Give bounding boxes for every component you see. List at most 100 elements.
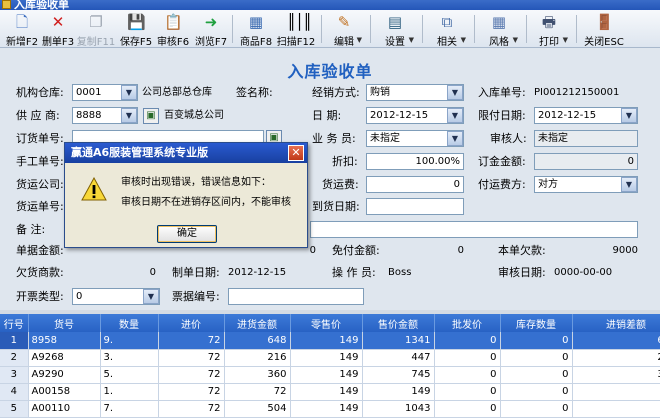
table-cell[interactable]: 648 (224, 332, 291, 350)
table-cell[interactable]: 504 (224, 400, 291, 418)
table-cell[interactable]: 0 (434, 349, 501, 367)
chevron-down-icon: ▼ (512, 36, 518, 44)
col-header-row-no[interactable]: 行号 (0, 314, 29, 332)
table-cell[interactable]: A9268 (28, 349, 101, 367)
table-row[interactable]: 4 A00158 1. 72 72 149 149 0 0 77 (0, 383, 660, 401)
col-header-margin[interactable]: 进销差额 (572, 314, 660, 332)
col-header-sale-amount[interactable]: 售价金额 (362, 314, 435, 332)
table-cell[interactable]: A00158 (28, 383, 101, 401)
table-cell[interactable]: A9290 (28, 366, 101, 384)
settings-menu-button[interactable]: ▤ 设置 ▼ (378, 12, 414, 48)
table-cell[interactable]: 72 (158, 349, 225, 367)
invoice-no-field[interactable] (228, 288, 364, 305)
table-cell[interactable]: 4 (0, 383, 29, 401)
col-header-cost-amount[interactable]: 进货金额 (224, 314, 291, 332)
style-menu-button[interactable]: ▦ 风格 ▼ (482, 12, 518, 48)
related-menu-button[interactable]: ⧉ 相关 ▼ (430, 12, 466, 48)
table-cell[interactable]: 72 (158, 366, 225, 384)
chevron-down-icon[interactable]: ▼ (447, 108, 463, 123)
chevron-down-icon[interactable]: ▼ (447, 131, 463, 146)
deposit-field: 0 (534, 153, 638, 170)
col-header-cost[interactable]: 进价 (158, 314, 225, 332)
close-icon[interactable]: ✕ (288, 145, 304, 161)
table-cell[interactable]: 3. (100, 349, 159, 367)
table-cell[interactable]: 216 (224, 349, 291, 367)
table-cell[interactable]: 8958 (28, 332, 101, 350)
goods-button[interactable]: ▦ 商品F8 (238, 12, 274, 48)
table-cell[interactable]: A00110 (28, 400, 101, 418)
table-cell[interactable]: 360 (224, 366, 291, 384)
table-cell[interactable]: 385 (572, 366, 660, 384)
table-cell[interactable]: 1 (0, 332, 29, 350)
delete-button[interactable]: ✕ 删单F3 (38, 12, 78, 48)
table-cell[interactable]: 9. (100, 332, 159, 350)
table-cell[interactable]: 149 (290, 332, 363, 350)
table-cell[interactable]: 149 (362, 383, 435, 401)
col-header-retail[interactable]: 零售价 (290, 314, 363, 332)
arrival-date-field[interactable] (366, 198, 464, 215)
table-cell[interactable]: 77 (572, 383, 660, 401)
table-cell[interactable]: 149 (290, 400, 363, 418)
table-cell[interactable]: 72 (158, 332, 225, 350)
arrears-value: 0 (149, 267, 156, 278)
col-header-quantity[interactable]: 数量 (100, 314, 159, 332)
table-cell[interactable]: 149 (290, 383, 363, 401)
table-cell[interactable]: 0 (500, 349, 573, 367)
table-cell[interactable]: 0 (434, 383, 501, 401)
table-cell[interactable]: 447 (362, 349, 435, 367)
chevron-down-icon[interactable]: ▼ (143, 289, 159, 304)
chevron-down-icon[interactable]: ▼ (621, 177, 637, 192)
table-row[interactable]: 2 A9268 3. 72 216 149 447 0 0 231 (0, 349, 660, 367)
table-cell[interactable]: 0 (434, 366, 501, 384)
scan-button[interactable]: ║│║ 扫描F12 (276, 12, 316, 48)
table-cell[interactable]: 0 (500, 366, 573, 384)
new-button[interactable]: 🗋 新增F2 (2, 12, 42, 48)
table-cell[interactable]: 2 (0, 349, 29, 367)
table-cell[interactable]: 0 (500, 383, 573, 401)
save-button[interactable]: 💾 保存F5 (117, 12, 155, 48)
table-cell[interactable]: 5 (0, 400, 29, 418)
chevron-down-icon[interactable]: ▼ (447, 85, 463, 100)
remark-field[interactable] (310, 221, 638, 238)
browse-button[interactable]: ➜ 浏览F7 (193, 12, 229, 48)
table-cell[interactable]: 72 (158, 383, 225, 401)
table-cell[interactable]: 0 (500, 400, 573, 418)
table-cell[interactable]: 0 (434, 332, 501, 350)
table-cell[interactable]: 0 (500, 332, 573, 350)
close-button[interactable]: 🚪 关闭ESC (582, 12, 626, 48)
table-cell[interactable]: 5. (100, 366, 159, 384)
print-menu-button[interactable]: 🖶 打印 ▼ (532, 12, 568, 48)
table-cell[interactable] (572, 400, 660, 418)
chevron-down-icon[interactable]: ▼ (121, 108, 137, 123)
table-cell[interactable]: 0 (434, 400, 501, 418)
col-header-wholesale[interactable]: 批发价 (434, 314, 501, 332)
table-cell[interactable]: 72 (158, 400, 225, 418)
table-cell[interactable]: 1341 (362, 332, 435, 350)
table-cell[interactable]: 1043 (362, 400, 435, 418)
table-cell[interactable]: 7. (100, 400, 159, 418)
table-cell[interactable]: 72 (224, 383, 291, 401)
table-cell[interactable]: 149 (290, 366, 363, 384)
table-row[interactable]: 1 8958 9. 72 648 149 1341 0 0 693 (0, 332, 660, 350)
discount-field[interactable]: 100.00% (366, 153, 464, 170)
edit-menu-button[interactable]: ✎ 编辑 ▼ (328, 12, 362, 48)
table-cell[interactable]: 231 (572, 349, 660, 367)
table-row[interactable]: 3 A9290 5. 72 360 149 745 0 0 385 (0, 366, 660, 384)
supplier-lookup-icon[interactable]: ▣ (143, 108, 159, 124)
audit-button[interactable]: 📋 审核F6 (156, 12, 190, 48)
table-row[interactable]: 5 A00110 7. 72 504 149 1043 0 0 (0, 400, 660, 418)
copy-icon: ❐ (89, 13, 103, 31)
table-cell[interactable]: 693 (572, 332, 660, 350)
table-cell[interactable]: 1. (100, 383, 159, 401)
chevron-down-icon[interactable]: ▼ (621, 108, 637, 123)
ok-button[interactable]: 确定 (157, 225, 217, 243)
chevron-down-icon[interactable]: ▼ (121, 85, 137, 100)
table-cell[interactable]: 745 (362, 366, 435, 384)
freight-field[interactable]: 0 (366, 176, 464, 193)
table-cell[interactable]: 149 (290, 349, 363, 367)
related-icon: ⧉ (441, 13, 453, 31)
copy-button[interactable]: ❐ 复制F11 (76, 12, 116, 48)
table-cell[interactable]: 3 (0, 366, 29, 384)
col-header-item-no[interactable]: 货号 (28, 314, 101, 332)
col-header-stock[interactable]: 库存数量 (500, 314, 573, 332)
